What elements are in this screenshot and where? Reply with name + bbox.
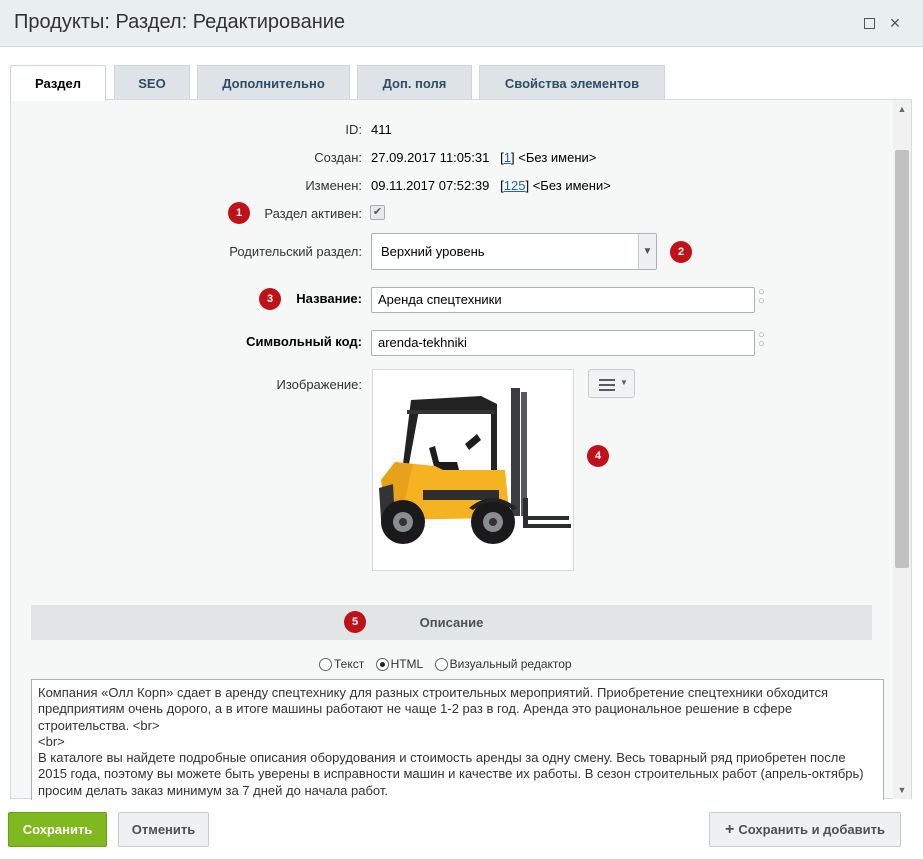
description-section-header: Описание: [31, 605, 872, 640]
mode-visual-option[interactable]: Визуальный редактор: [434, 657, 572, 672]
menu-icon: [599, 379, 615, 394]
link-chain-icon[interactable]: ○ ○: [758, 287, 768, 308]
created-user-name: <Без имени>: [518, 150, 597, 165]
created-info: 27.09.2017 11:05:31 [1] <Без имени>: [371, 150, 597, 165]
name-label: Название:: [296, 291, 362, 306]
plus-icon: +: [725, 821, 735, 838]
modified-label: Изменен:: [305, 178, 362, 193]
parent-section-label: Родительский раздел:: [229, 244, 362, 259]
callout-badge-4: 4: [587, 445, 609, 467]
scroll-up-arrow-icon[interactable]: ▲: [893, 100, 911, 118]
parent-section-value: Верхний уровень: [381, 244, 485, 259]
scrollbar[interactable]: ▲ ▼: [893, 100, 911, 799]
image-menu-button[interactable]: ▼: [588, 369, 635, 398]
mode-text-option[interactable]: Текст: [319, 657, 364, 672]
modified-info: 09.11.2017 07:52:39 [125] <Без имени>: [371, 178, 611, 193]
modified-user-link[interactable]: 125: [504, 178, 526, 193]
radio-button[interactable]: [319, 658, 332, 672]
forklift-image: [379, 388, 571, 544]
description-section-title: Описание: [419, 615, 484, 630]
maximize-icon[interactable]: [860, 14, 878, 32]
tab-element-properties[interactable]: Свойства элементов: [479, 65, 665, 100]
tab-extra-fields[interactable]: Доп. поля: [357, 65, 472, 100]
id-value: 411: [371, 122, 392, 137]
save-button[interactable]: Сохранить: [8, 812, 107, 847]
description-textarea[interactable]: Компания «Олл Корп» сдает в аренду спецт…: [31, 679, 884, 801]
active-checkbox[interactable]: ✔: [370, 205, 385, 220]
parent-section-select[interactable]: Верхний уровень ▼: [371, 233, 657, 270]
modified-user-name: <Без имени>: [532, 178, 611, 193]
created-label: Создан:: [314, 150, 362, 165]
window-title: Продукты: Раздел: Редактирование: [14, 11, 346, 33]
created-user-link[interactable]: 1: [504, 150, 511, 165]
radio-button[interactable]: [434, 658, 448, 672]
chevron-down-icon: ▼: [620, 378, 628, 387]
scroll-down-arrow-icon[interactable]: ▼: [893, 781, 911, 799]
tab-seo[interactable]: SEO: [114, 65, 190, 100]
active-label: Раздел активен:: [264, 206, 362, 221]
created-date: 27.09.2017 11:05:31: [371, 150, 490, 165]
cancel-button[interactable]: Отменить: [118, 812, 209, 847]
code-input[interactable]: arenda-tekhniki: [371, 330, 755, 356]
mode-html-option[interactable]: HTML: [375, 657, 423, 672]
section-image[interactable]: [372, 369, 574, 571]
image-label: Изображение:: [276, 377, 362, 392]
chevron-down-icon: ▼: [638, 234, 656, 269]
modified-date: 09.11.2017 07:52:39: [371, 178, 490, 193]
callout-badge-5: 5: [344, 611, 366, 633]
scroll-thumb[interactable]: [895, 150, 909, 568]
tab-section[interactable]: Раздел: [10, 65, 106, 101]
code-label: Символьный код:: [246, 334, 362, 349]
close-icon[interactable]: ×: [886, 14, 904, 32]
window-titlebar: Продукты: Раздел: Редактирование ×: [0, 0, 923, 47]
tab-additional[interactable]: Дополнительно: [197, 65, 350, 100]
save-and-add-label: Сохранить и добавить: [738, 822, 885, 837]
name-input[interactable]: Аренда спецтехники: [371, 287, 755, 313]
radio-button-selected[interactable]: [375, 658, 389, 672]
link-chain-icon[interactable]: ○ ○: [758, 330, 768, 351]
id-label: ID:: [345, 122, 362, 137]
save-and-add-button[interactable]: + Сохранить и добавить: [709, 812, 901, 847]
callout-badge-2: 2: [670, 241, 692, 263]
editor-mode-selector: Текст HTML Визуальный редактор: [319, 657, 580, 675]
